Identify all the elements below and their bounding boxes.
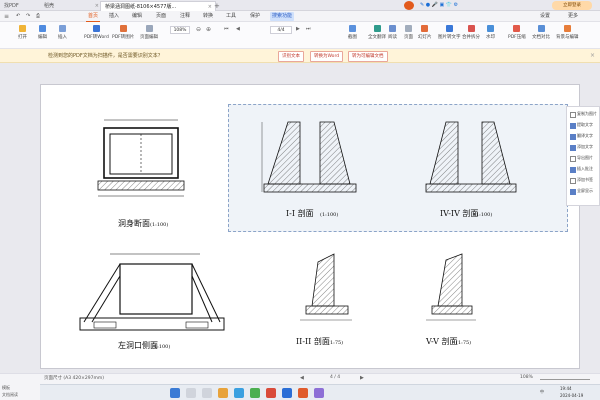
wps-icon[interactable] xyxy=(266,388,276,398)
checkbox[interactable] xyxy=(570,123,576,129)
checkbox[interactable] xyxy=(570,189,576,195)
panel-item-comment[interactable]: 插入批注 xyxy=(570,166,600,173)
panel-item-label: 添加书签 xyxy=(577,177,593,182)
view-title: IV-IV 剖面 xyxy=(440,208,478,218)
tray-date: 2024-04-19 xyxy=(560,393,584,398)
checkbox[interactable] xyxy=(570,134,576,140)
start-icon[interactable] xyxy=(170,388,180,398)
status-page-text: 4 / 4 xyxy=(330,375,341,380)
next-page-icon[interactable]: ▶ xyxy=(360,375,364,381)
elevation-scale: (1:100) xyxy=(152,343,170,350)
edge-icon[interactable] xyxy=(234,388,244,398)
section-2-2 xyxy=(300,253,352,321)
view-scale: (1:100) xyxy=(320,211,338,218)
checkbox[interactable] xyxy=(570,156,576,162)
app-icon[interactable] xyxy=(314,388,324,398)
status-bar: 页面尺寸 (A3 420×297mm) ◀ 4 / 4 ▶ 108% xyxy=(0,373,600,384)
view-title: II-II 剖面 xyxy=(296,336,330,346)
panel-item-label: 全屏显示 xyxy=(577,188,593,193)
checkbox[interactable] xyxy=(570,178,576,184)
panel-item-fullscreen[interactable]: 全屏显示 xyxy=(570,188,600,195)
zoom-slider[interactable] xyxy=(540,379,590,380)
left-stub-label: 文档阅读 xyxy=(2,392,18,397)
panel-item-translate[interactable]: 翻译文字 xyxy=(570,133,600,140)
file-explorer-icon[interactable] xyxy=(218,388,228,398)
panel-item-copy-image[interactable]: 复制为图片 xyxy=(570,111,600,118)
search-icon[interactable] xyxy=(186,388,196,398)
section-title: 洞身断面 xyxy=(118,218,150,228)
panel-item-label: 翻译文字 xyxy=(577,133,593,138)
panel-item-add-text[interactable]: 添加文字 xyxy=(570,144,600,151)
panel-item-label: 插入批注 xyxy=(577,166,593,171)
view-scale: (1:100) xyxy=(474,211,492,218)
engineering-drawing: 洞身断面 (1:100) 左洞口侧面 (1:100) I-I 剖面 (1:100… xyxy=(79,119,517,350)
checkbox[interactable] xyxy=(570,112,576,118)
panel-item-label: 复制为图片 xyxy=(577,111,597,116)
panel-item-label: 添加文字 xyxy=(577,144,593,149)
tray-time: 19:44 xyxy=(560,386,572,391)
view-title: I-I 剖面 xyxy=(286,208,314,218)
left-stub: 模板 文档阅读 xyxy=(0,384,40,400)
right-tool-panel: 复制为图片 提取文字 翻译文字 添加文字 导出图片 插入批注 添加书签 全屏显示 xyxy=(566,106,600,206)
left-stub-label: 模板 xyxy=(2,385,10,390)
page-size-text: 页面尺寸 (A3 420×297mm) xyxy=(44,376,105,381)
taskbar: 中 19:44 2024-04-19 xyxy=(40,384,600,400)
section-5-5 xyxy=(426,253,476,321)
panel-item-extract-text[interactable]: 提取文字 xyxy=(570,122,600,129)
section-scale: (1:100) xyxy=(150,221,168,228)
task-view-icon[interactable] xyxy=(202,388,212,398)
panel-item-label: 提取文字 xyxy=(577,122,593,127)
chrome-icon[interactable] xyxy=(250,388,260,398)
section-1-1 xyxy=(261,121,357,193)
panel-item-bookmark[interactable]: 添加书签 xyxy=(570,177,600,184)
pdf-app-icon[interactable] xyxy=(298,388,308,398)
panel-item-label: 导出图片 xyxy=(577,155,593,160)
status-zoom-text: 108% xyxy=(520,375,533,380)
checkbox[interactable] xyxy=(570,167,576,173)
section-4-4 xyxy=(425,121,517,193)
tray-lang[interactable]: 中 xyxy=(540,389,544,395)
prev-page-icon[interactable]: ◀ xyxy=(300,375,304,381)
checkbox[interactable] xyxy=(570,145,576,151)
view-title: V-V 剖面 xyxy=(425,336,457,346)
portal-elevation xyxy=(79,253,225,331)
panel-item-export-image[interactable]: 导出图片 xyxy=(570,155,600,162)
view-scale: (1:75) xyxy=(456,339,471,346)
view-scale: (1:75) xyxy=(328,339,343,346)
culvert-section xyxy=(97,119,185,197)
word-icon[interactable] xyxy=(282,388,292,398)
